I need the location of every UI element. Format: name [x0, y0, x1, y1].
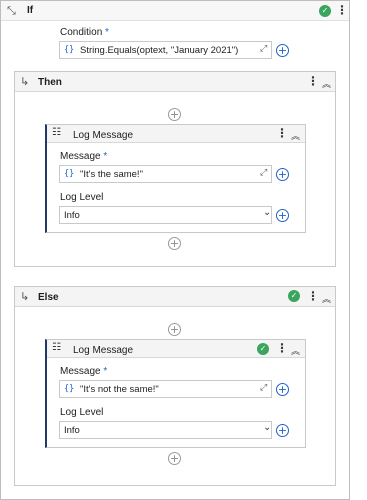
else-valid-check-icon: ✓	[288, 290, 300, 302]
then-add-activity-below-icon[interactable]: +	[168, 237, 181, 250]
then-log-level-label: Log Level	[60, 192, 104, 203]
then-message-plus-icon[interactable]: +	[276, 168, 289, 181]
then-title: Then	[38, 77, 62, 88]
else-add-activity-icon[interactable]: +	[168, 323, 181, 336]
else-title: Else	[38, 292, 59, 303]
else-menu-icon[interactable]: ⋮	[307, 289, 319, 303]
then-menu-icon[interactable]: ⋮	[307, 74, 319, 88]
condition-input[interactable]: {} String.Equals(optext, "January 2021")	[59, 41, 272, 59]
then-log-level-select[interactable]: Info	[59, 206, 272, 224]
condition-value: String.Equals(optext, "January 2021")	[80, 44, 239, 56]
else-log-level-value: Info	[64, 424, 80, 436]
condition-expand-icon[interactable]: ⤢	[260, 44, 267, 54]
then-log-level-value: Info	[64, 209, 80, 221]
then-level-plus-icon[interactable]: +	[276, 209, 289, 222]
then-message-value: "It's the same!"	[80, 168, 143, 180]
then-collapse-icon[interactable]: ︽	[322, 77, 331, 90]
log-message-icon: ☷	[52, 342, 61, 353]
else-header[interactable]	[15, 287, 335, 307]
else-message-value: "It's not the same!"	[80, 383, 159, 395]
else-log-collapse-icon[interactable]: ︽	[291, 344, 300, 357]
then-log-title: Log Message	[73, 130, 134, 141]
log-message-icon: ☷	[52, 127, 61, 138]
else-add-activity-below-icon[interactable]: +	[168, 452, 181, 465]
else-log-valid-check-icon: ✓	[257, 343, 269, 355]
else-collapse-icon[interactable]: ︽	[322, 292, 331, 305]
else-log-title: Log Message	[73, 345, 134, 356]
else-log-level-label: Log Level	[60, 407, 104, 418]
then-log-menu-icon[interactable]: ⋮	[276, 126, 288, 140]
if-valid-check-icon: ✓	[319, 5, 331, 17]
then-branch-icon: ↳	[20, 75, 30, 88]
if-title: If	[27, 5, 34, 16]
else-dropdown-icon[interactable]: ⌄	[263, 422, 271, 433]
then-message-input[interactable]: {} "It's the same!"	[59, 165, 272, 183]
else-message-expand-icon[interactable]: ⤢	[260, 383, 267, 393]
then-header[interactable]	[15, 72, 335, 92]
then-log-collapse-icon[interactable]: ︽	[291, 129, 300, 142]
condition-plus-icon[interactable]: +	[276, 44, 289, 57]
else-log-menu-icon[interactable]: ⋮	[276, 341, 288, 355]
else-message-plus-icon[interactable]: +	[276, 383, 289, 396]
else-level-plus-icon[interactable]: +	[276, 424, 289, 437]
then-message-label: Message *	[60, 151, 108, 162]
expression-icon: {}	[64, 45, 75, 55]
expression-icon: {}	[64, 169, 75, 179]
if-header[interactable]	[1, 1, 349, 21]
else-log-level-select[interactable]: Info	[59, 421, 272, 439]
if-menu-icon[interactable]: ⋮	[336, 3, 348, 17]
then-add-activity-icon[interactable]: +	[168, 108, 181, 121]
else-message-input[interactable]: {} "It's not the same!"	[59, 380, 272, 398]
then-dropdown-icon[interactable]: ⌄	[263, 207, 271, 218]
expression-icon: {}	[64, 384, 75, 394]
else-message-label: Message *	[60, 366, 108, 377]
then-message-expand-icon[interactable]: ⤢	[260, 168, 267, 178]
else-branch-icon: ↳	[20, 290, 30, 303]
condition-label: Condition *	[60, 27, 109, 38]
if-branch-icon: ⤡	[7, 4, 16, 17]
